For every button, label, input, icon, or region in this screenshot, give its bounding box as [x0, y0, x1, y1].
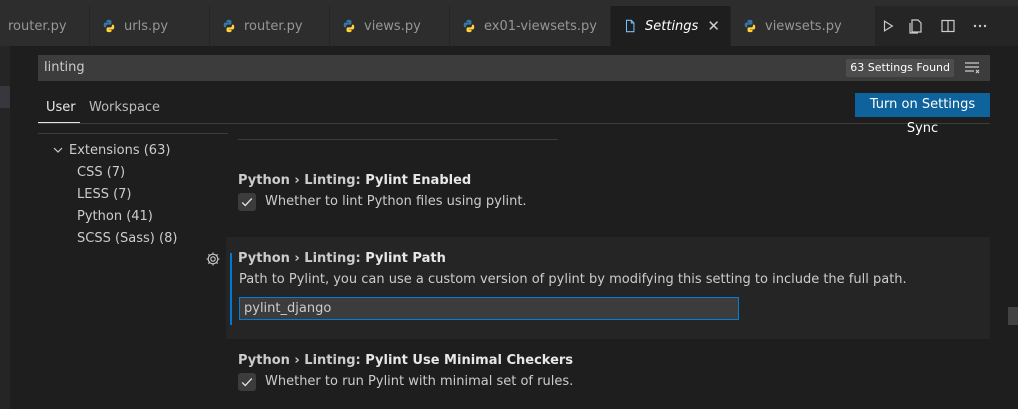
settings-found-badge: 63 Settings Found: [846, 59, 954, 77]
run-icon[interactable]: [876, 10, 900, 42]
chevron-down-icon[interactable]: [53, 145, 63, 155]
tab-user[interactable]: User: [46, 100, 76, 115]
tab-label: router.py: [8, 18, 67, 34]
turn-on-settings-sync-button[interactable]: Turn on Settings Sync: [855, 93, 990, 136]
tab-views-py[interactable]: views.py: [330, 6, 450, 46]
setting-pylint-use-minimal-checkers: Python › Linting: Pylint Use Minimal Che…: [226, 340, 990, 409]
explorer-selection: [0, 86, 10, 108]
setting-pylint-path: Python › Linting: Pylint Path Path to Py…: [226, 237, 990, 339]
tab-urls-py[interactable]: urls.py: [90, 6, 210, 46]
setting-category: Python › Linting:: [238, 173, 366, 188]
search-query: linting: [44, 60, 85, 75]
toc-item-python[interactable]: Python (41): [77, 209, 153, 224]
tab-label: urls.py: [124, 18, 169, 34]
focus-indicator: [230, 253, 232, 325]
toc-item-css[interactable]: CSS (7): [77, 165, 125, 180]
setting-category: Python › Linting:: [238, 353, 366, 368]
pylint-path-input[interactable]: pylint_django: [239, 297, 739, 320]
tab-router-py-2[interactable]: router.py: [210, 6, 330, 46]
tab-label: Settings: [645, 18, 699, 34]
setting-description: Path to Pylint, you can use a custom ver…: [239, 272, 907, 287]
toc-item-extensions[interactable]: Extensions (63): [69, 143, 170, 158]
setting-title: Python › Linting: Pylint Path: [238, 251, 446, 266]
scope-divider: [38, 123, 990, 124]
clear-filter-icon[interactable]: [964, 61, 980, 75]
tab-router-py-1[interactable]: router.py: [0, 6, 90, 46]
more-actions-icon[interactable]: [964, 10, 996, 42]
setting-pylint-enabled: Python › Linting: Pylint Enabled Whether…: [226, 160, 990, 220]
tab-settings[interactable]: Settings ✕: [611, 6, 731, 46]
python-icon: [463, 19, 475, 33]
tab-ex01-viewsets-py[interactable]: ex01-viewsets.py: [450, 6, 611, 46]
python-icon: [223, 19, 235, 33]
python-icon: [744, 19, 756, 33]
tab-label: router.py: [244, 18, 303, 34]
toc-divider: [38, 133, 228, 134]
setting-category: Python › Linting:: [238, 251, 366, 266]
check-icon: [241, 378, 253, 387]
setting-name: Pylint Path: [365, 251, 446, 266]
toc-item-less[interactable]: LESS (7): [77, 187, 132, 202]
editor-tab-bar: router.py urls.py router.py views.py ex0…: [0, 0, 1018, 46]
tab-label: views.py: [364, 18, 421, 34]
tab-workspace[interactable]: Workspace: [89, 100, 160, 115]
gear-icon[interactable]: [205, 251, 221, 267]
pylint-minimal-checkers-checkbox[interactable]: [238, 373, 256, 391]
tab-label: viewsets.py: [765, 18, 842, 34]
setting-title: Python › Linting: Pylint Enabled: [238, 173, 471, 188]
explorer-edge: [0, 46, 10, 409]
setting-description: Whether to lint Python files using pylin…: [265, 194, 527, 209]
settings-file-icon: [625, 19, 635, 33]
setting-description: Whether to run Pylint with minimal set o…: [265, 374, 574, 389]
setting-name: Pylint Use Minimal Checkers: [365, 353, 574, 368]
check-icon: [241, 198, 253, 207]
close-icon[interactable]: ✕: [707, 17, 720, 35]
open-settings-json-icon[interactable]: [900, 10, 932, 42]
pylint-enabled-checkbox[interactable]: [238, 193, 256, 211]
tab-viewsets-py[interactable]: viewsets.py: [731, 6, 876, 46]
settings-search-input[interactable]: linting 63 Settings Found: [38, 55, 990, 81]
editor-actions: [876, 6, 1018, 46]
tab-label: ex01-viewsets.py: [484, 18, 598, 34]
toc-item-scss[interactable]: SCSS (Sass) (8): [77, 231, 177, 246]
python-icon: [103, 19, 115, 33]
scrollbar-thumb[interactable]: [1008, 307, 1018, 325]
list-separator: [238, 139, 558, 140]
python-icon: [343, 19, 355, 33]
split-editor-icon[interactable]: [932, 10, 964, 42]
setting-title: Python › Linting: Pylint Use Minimal Che…: [238, 353, 573, 368]
setting-name: Pylint Enabled: [365, 173, 472, 188]
